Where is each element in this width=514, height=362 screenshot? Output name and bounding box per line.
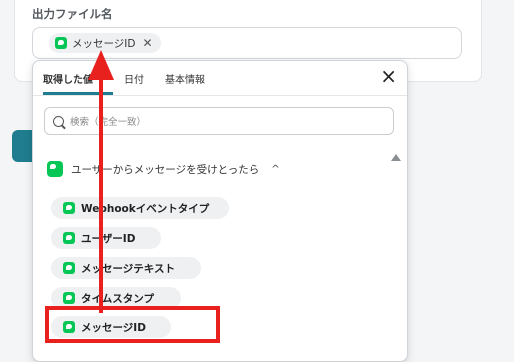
list-item-label: ユーザーID [81, 232, 136, 245]
annotation-arrow-line [99, 75, 103, 313]
tab-date[interactable]: 日付 [124, 71, 144, 86]
list-item-label: タイムスタンプ [81, 292, 154, 305]
search-placeholder: 検索（完全一致） [70, 117, 147, 128]
line-icon [63, 292, 75, 304]
list-item[interactable]: Webhookイベントタイプ [51, 197, 229, 219]
close-icon[interactable]: ✕ [142, 36, 152, 50]
scroll-up-arrow[interactable] [391, 154, 401, 161]
list-item-label: メッセージテキスト [81, 262, 175, 275]
line-icon [55, 37, 67, 49]
line-icon [63, 232, 75, 244]
group-header[interactable]: ユーザーからメッセージを受けとったら ^ [47, 161, 280, 177]
tab-acquired-values[interactable]: 取得した値 [43, 71, 93, 86]
line-icon [63, 202, 75, 214]
highlight-box [45, 306, 220, 343]
token-chip-label: メッセージID [72, 37, 136, 50]
annotation-arrow-head [88, 50, 114, 80]
list-item[interactable]: ユーザーID [51, 227, 161, 249]
line-icon [63, 262, 75, 274]
chevron-up-icon[interactable]: ^ [271, 164, 279, 175]
close-icon[interactable]: × [380, 66, 397, 86]
line-icon [47, 161, 63, 177]
tab-basic-info[interactable]: 基本情報 [165, 71, 205, 86]
search-input[interactable]: 検索（完全一致） [44, 107, 394, 135]
list-item[interactable]: メッセージテキスト [51, 257, 201, 279]
field-label: 出力ファイル名 [32, 7, 113, 21]
search-icon [53, 115, 64, 127]
